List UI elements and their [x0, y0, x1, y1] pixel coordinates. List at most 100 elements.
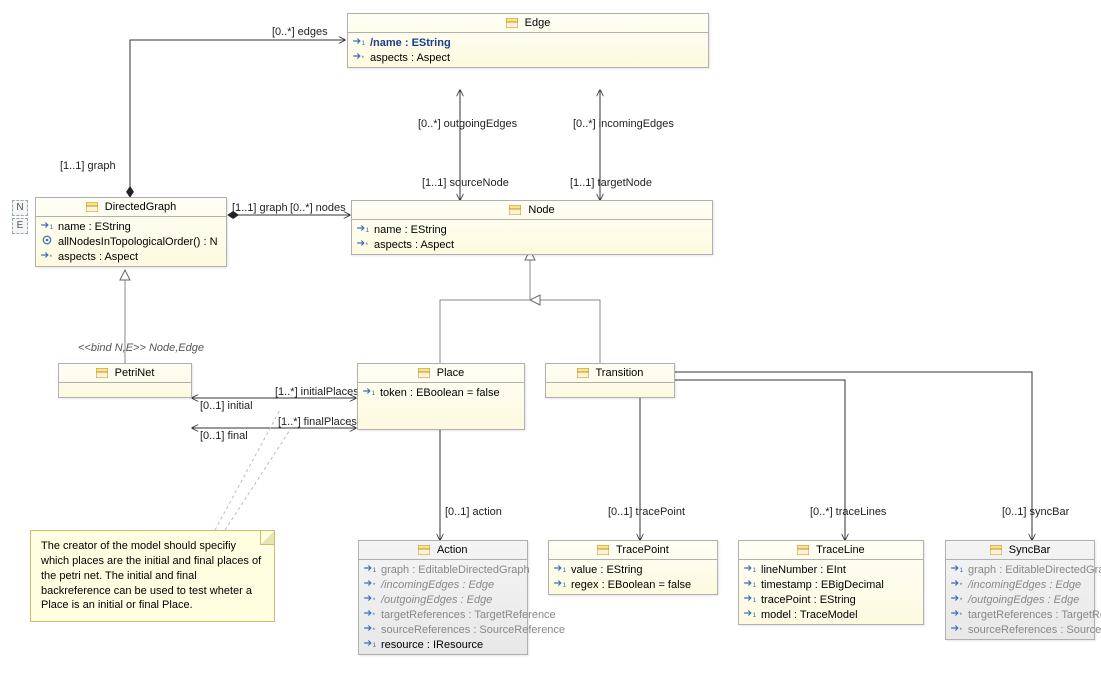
- class-place-attrs: 1token : EBoolean = false: [358, 383, 524, 429]
- attr-text: token : EBoolean = false: [380, 387, 500, 399]
- reference-icon: *: [363, 578, 377, 591]
- svg-text:1: 1: [753, 567, 757, 573]
- attr-row: 1 name : EString: [40, 219, 222, 234]
- class-syncbar-name: SyncBar: [1009, 544, 1051, 556]
- attr-row: * aspects : Aspect: [40, 249, 222, 264]
- attr-row: *aspects : Aspect: [356, 237, 708, 252]
- attr-text: targetReferences : TargetReference: [381, 609, 556, 621]
- label-syncBar: [0..1] syncBar: [1002, 506, 1069, 518]
- svg-text:*: *: [362, 55, 365, 61]
- class-transition-title: Transition: [546, 364, 674, 383]
- note[interactable]: The creator of the model should specifiy…: [30, 530, 275, 622]
- attr-text: regex : EBoolean = false: [571, 579, 691, 591]
- class-syncbar[interactable]: SyncBar 1graph : EditableDirectedGraph*/…: [945, 540, 1095, 640]
- attr-text: /outgoingEdges : Edge: [968, 594, 1079, 606]
- class-tracepoint[interactable]: TracePoint 1 value : EString1 regex : EBoo…: [548, 540, 718, 595]
- class-action-name: Action: [437, 544, 468, 556]
- class-traceline-attrs: 1 lineNumber : EInt1timestamp : EBigDecim…: [739, 560, 923, 624]
- class-directedgraph-title: DirectedGraph: [36, 198, 226, 217]
- class-transition-name: Transition: [595, 367, 643, 379]
- label-graph-left: [1..1] graph: [232, 202, 288, 214]
- class-edge-title: Edge: [348, 14, 708, 33]
- attr-row: *sourceReferences : SourceReference: [950, 622, 1090, 637]
- operation-icon: [40, 235, 54, 248]
- svg-text:1: 1: [366, 227, 370, 233]
- attr-text: allNodesInTopologicalOrder() : N: [58, 236, 218, 248]
- class-directedgraph-attrs: 1 name : EString allNodesInTopologicalOrde…: [36, 217, 226, 266]
- class-icon: [86, 202, 98, 212]
- svg-text:1: 1: [362, 40, 366, 46]
- reference-icon: *: [40, 250, 54, 263]
- attr-row: 1/name : EString: [352, 35, 704, 50]
- class-action-title: Action: [359, 541, 527, 560]
- attr-row: */incomingEdges : Edge: [950, 577, 1090, 592]
- class-icon: [577, 368, 589, 378]
- attr-text: /outgoingEdges : Edge: [381, 594, 492, 606]
- class-syncbar-title: SyncBar: [946, 541, 1094, 560]
- class-icon: [990, 545, 1002, 555]
- note-fold-icon: [260, 531, 274, 545]
- attr-row: */incomingEdges : Edge: [363, 577, 523, 592]
- attr-text: aspects : Aspect: [370, 52, 450, 64]
- side-tab-e[interactable]: E: [12, 218, 28, 234]
- class-traceline[interactable]: TraceLine 1lineNumber : EInt1timestamp :…: [738, 540, 924, 625]
- label-final: [0..1] final: [200, 430, 248, 442]
- class-transition-attrs: [546, 383, 674, 397]
- class-icon: [509, 205, 521, 215]
- attr-text: aspects : Aspect: [58, 251, 138, 263]
- attr-row: *targetReferences : TargetReference: [950, 607, 1090, 622]
- class-icon: [597, 545, 609, 555]
- label-incomingEdges: [0..*] incomingEdges: [573, 118, 674, 130]
- reference-icon: 1: [743, 593, 757, 606]
- class-icon: [506, 18, 518, 28]
- class-icon: [418, 545, 430, 555]
- svg-text:*: *: [960, 597, 963, 603]
- attr-row: 1graph : EditableDirectedGraph: [363, 562, 523, 577]
- class-directedgraph[interactable]: DirectedGraph 1 name : EString allNodesInT…: [35, 197, 227, 267]
- attr-row: 1 regex : EBoolean = false: [553, 577, 713, 592]
- attr-text: name : EString: [58, 221, 131, 233]
- attr-text: resource : IResource: [381, 639, 483, 651]
- reference-icon: 1: [356, 223, 370, 236]
- svg-text:1: 1: [50, 224, 54, 230]
- attr-text: /name : EString: [370, 37, 451, 49]
- attr-row: 1timestamp : EBigDecimal: [743, 577, 919, 592]
- side-tabs: N E: [12, 200, 28, 234]
- attr-row: 1model : TraceModel: [743, 607, 919, 622]
- reference-icon: *: [363, 623, 377, 636]
- label-targetNode: [1..1] targetNode: [570, 177, 652, 189]
- attr-row: 1 name : EString: [356, 222, 708, 237]
- class-edge-name: Edge: [525, 17, 551, 29]
- class-place-title: Place: [358, 364, 524, 383]
- reference-icon: *: [950, 623, 964, 636]
- class-tracepoint-name: TracePoint: [616, 544, 669, 556]
- attr-text: value : EString: [571, 564, 643, 576]
- attr-row: */outgoingEdges : Edge: [363, 592, 523, 607]
- reference-icon: 1: [363, 638, 377, 651]
- reference-icon: *: [950, 593, 964, 606]
- class-petrinet-attrs: [59, 383, 191, 397]
- svg-text:1: 1: [563, 582, 567, 588]
- attr-text: aspects : Aspect: [374, 239, 454, 251]
- attr-row: 1tracePoint : EString: [743, 592, 919, 607]
- class-node-attrs: 1 name : EString*aspects : Aspect: [352, 220, 712, 254]
- class-icon: [418, 368, 430, 378]
- attr-text: lineNumber : EInt: [761, 564, 846, 576]
- label-tracePoint: [0..1] tracePoint: [608, 506, 685, 518]
- label-bind: <<bind N,E>> Node,Edge: [78, 342, 204, 354]
- class-transition[interactable]: Transition: [545, 363, 675, 398]
- class-petrinet[interactable]: PetriNet: [58, 363, 192, 398]
- class-place[interactable]: Place 1token : EBoolean = false: [357, 363, 525, 430]
- attr-text: name : EString: [374, 224, 447, 236]
- reference-icon: 1: [743, 608, 757, 621]
- class-petrinet-name: PetriNet: [115, 367, 155, 379]
- class-action[interactable]: Action 1graph : EditableDirectedGraph*/i…: [358, 540, 528, 655]
- class-action-attrs: 1graph : EditableDirectedGraph*/incoming…: [359, 560, 527, 654]
- attr-row: 1graph : EditableDirectedGraph: [950, 562, 1090, 577]
- side-tab-n[interactable]: N: [12, 200, 28, 216]
- class-node[interactable]: Node 1 name : EString*aspects : Aspect: [351, 200, 713, 255]
- label-edges: [0..*] edges: [272, 26, 328, 38]
- reference-icon: *: [950, 578, 964, 591]
- class-edge[interactable]: Edge 1/name : EString * aspects : Aspect: [347, 13, 709, 68]
- class-node-title: Node: [352, 201, 712, 220]
